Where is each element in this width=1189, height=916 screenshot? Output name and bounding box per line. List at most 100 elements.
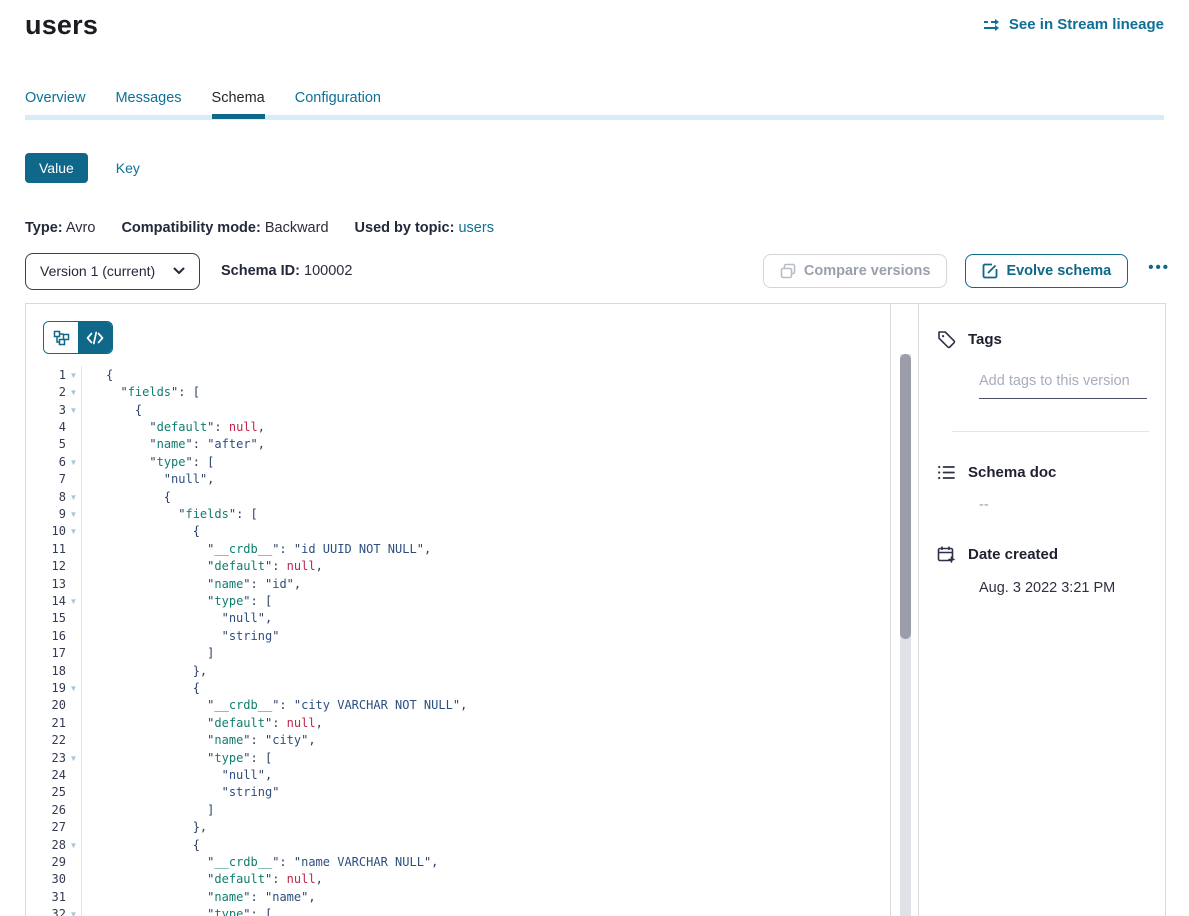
code-text: "__crdb__": "id UUID NOT NULL", bbox=[82, 542, 431, 556]
code-line: 16 "string" bbox=[26, 627, 890, 644]
key-tab-link[interactable]: Key bbox=[116, 160, 140, 176]
edit-icon bbox=[982, 263, 998, 279]
code-text: ] bbox=[82, 646, 214, 660]
code-line: 14▼ "type": [ bbox=[26, 592, 890, 609]
value-tab-button[interactable]: Value bbox=[25, 153, 88, 183]
code-text: "name": "id", bbox=[82, 577, 301, 591]
code-text: "fields": [ bbox=[82, 507, 258, 521]
type-meta: Type: Avro bbox=[25, 220, 95, 236]
code-text: { bbox=[82, 838, 200, 852]
fold-spacer bbox=[66, 896, 81, 898]
fold-spacer bbox=[66, 443, 81, 445]
line-number: 20 bbox=[26, 698, 66, 712]
code-line: 30 "default": null, bbox=[26, 871, 890, 888]
code-line: 32▼ "type": [ bbox=[26, 906, 890, 916]
line-number: 29 bbox=[26, 855, 66, 869]
see-in-stream-lineage-link[interactable]: See in Stream lineage bbox=[983, 16, 1164, 33]
tree-view-icon bbox=[53, 330, 70, 346]
line-number: 15 bbox=[26, 611, 66, 625]
code-line: 31 "name": "name", bbox=[26, 888, 890, 905]
add-tags-input[interactable]: Add tags to this version bbox=[979, 373, 1147, 399]
code-text: "__crdb__": "city VARCHAR NOT NULL", bbox=[82, 698, 467, 712]
line-number: 12 bbox=[26, 559, 66, 573]
code-line: 2▼ "fields": [ bbox=[26, 383, 890, 400]
line-number: 31 bbox=[26, 890, 66, 904]
line-number: 27 bbox=[26, 820, 66, 834]
code-line: 25 "string" bbox=[26, 784, 890, 801]
line-number: 1 bbox=[26, 368, 66, 382]
fold-toggle-icon[interactable]: ▼ bbox=[66, 840, 81, 850]
fold-toggle-icon[interactable]: ▼ bbox=[66, 753, 81, 763]
code-line: 4 "default": null, bbox=[26, 418, 890, 435]
version-select[interactable]: Version 1 (current) bbox=[25, 253, 200, 290]
code-line: 11 "__crdb__": "id UUID NOT NULL", bbox=[26, 540, 890, 557]
tree-view-button[interactable] bbox=[44, 322, 78, 353]
code-line: 5 "name": "after", bbox=[26, 436, 890, 453]
more-options-button[interactable]: ••• bbox=[1146, 259, 1172, 284]
schema-doc-title: Schema doc bbox=[968, 464, 1056, 481]
line-number: 10 bbox=[26, 524, 66, 538]
fold-toggle-icon[interactable]: ▼ bbox=[66, 509, 81, 519]
fold-spacer bbox=[66, 583, 81, 585]
compare-versions-button[interactable]: Compare versions bbox=[763, 254, 948, 288]
code-line: 15 "null", bbox=[26, 610, 890, 627]
tab-messages[interactable]: Messages bbox=[115, 90, 181, 119]
code-text: { bbox=[82, 524, 200, 538]
tab-schema[interactable]: Schema bbox=[212, 90, 265, 119]
evolve-schema-button[interactable]: Evolve schema bbox=[965, 254, 1128, 288]
code-line: 23▼ "type": [ bbox=[26, 749, 890, 766]
fold-spacer bbox=[66, 617, 81, 619]
line-number: 21 bbox=[26, 716, 66, 730]
date-created-heading: Date created bbox=[937, 545, 1149, 564]
line-number: 8 bbox=[26, 490, 66, 504]
fold-toggle-icon[interactable]: ▼ bbox=[66, 909, 81, 916]
line-number: 4 bbox=[26, 420, 66, 434]
type-label: Type: bbox=[25, 220, 63, 236]
fold-spacer bbox=[66, 722, 81, 724]
fold-spacer bbox=[66, 565, 81, 567]
fold-spacer bbox=[66, 652, 81, 654]
schema-editor-panel: 1▼{2▼ "fields": [3▼ {4 "default": null,5… bbox=[25, 304, 891, 916]
tab-overview[interactable]: Overview bbox=[25, 90, 85, 119]
sidebar-divider bbox=[952, 431, 1149, 432]
fold-toggle-icon[interactable]: ▼ bbox=[66, 683, 81, 693]
fold-spacer bbox=[66, 704, 81, 706]
tab-bar: Overview Messages Schema Configuration bbox=[25, 90, 1164, 120]
scrollbar-thumb[interactable] bbox=[900, 354, 911, 639]
code-line: 9▼ "fields": [ bbox=[26, 505, 890, 522]
code-line: 28▼ { bbox=[26, 836, 890, 853]
compare-versions-label: Compare versions bbox=[804, 263, 931, 279]
fold-toggle-icon[interactable]: ▼ bbox=[66, 492, 81, 502]
doc-list-icon bbox=[937, 464, 956, 481]
fold-toggle-icon[interactable]: ▼ bbox=[66, 387, 81, 397]
version-actions: Compare versions Evolve schema ••• bbox=[763, 254, 1172, 288]
fold-toggle-icon[interactable]: ▼ bbox=[66, 596, 81, 606]
code-text: "type": [ bbox=[82, 907, 272, 916]
schema-doc-value: -- bbox=[979, 497, 1147, 513]
code-text: "null", bbox=[82, 611, 272, 625]
code-text: "default": null, bbox=[82, 559, 323, 573]
fold-spacer bbox=[66, 635, 81, 637]
fold-toggle-icon[interactable]: ▼ bbox=[66, 457, 81, 467]
schema-doc-section: Schema doc -- bbox=[937, 464, 1149, 513]
fold-toggle-icon[interactable]: ▼ bbox=[66, 405, 81, 415]
line-number: 24 bbox=[26, 768, 66, 782]
scrollbar-track[interactable] bbox=[900, 354, 911, 916]
code-line: 19▼ { bbox=[26, 679, 890, 696]
code-line: 6▼ "type": [ bbox=[26, 453, 890, 470]
code-view-button[interactable] bbox=[78, 322, 112, 353]
code-text: "string" bbox=[82, 629, 279, 643]
code-text: { bbox=[82, 490, 171, 504]
code-text: "null", bbox=[82, 472, 214, 486]
editor-toolbar bbox=[26, 304, 890, 366]
tab-configuration[interactable]: Configuration bbox=[295, 90, 381, 119]
schema-code-editor[interactable]: 1▼{2▼ "fields": [3▼ {4 "default": null,5… bbox=[26, 366, 890, 916]
tags-heading: Tags bbox=[937, 330, 1149, 349]
topic-link[interactable]: users bbox=[458, 220, 493, 236]
compatibility-meta: Compatibility mode: Backward bbox=[121, 220, 328, 236]
code-line: 21 "default": null, bbox=[26, 714, 890, 731]
fold-toggle-icon[interactable]: ▼ bbox=[66, 370, 81, 380]
fold-toggle-icon[interactable]: ▼ bbox=[66, 526, 81, 536]
line-number: 13 bbox=[26, 577, 66, 591]
fold-spacer bbox=[66, 774, 81, 776]
